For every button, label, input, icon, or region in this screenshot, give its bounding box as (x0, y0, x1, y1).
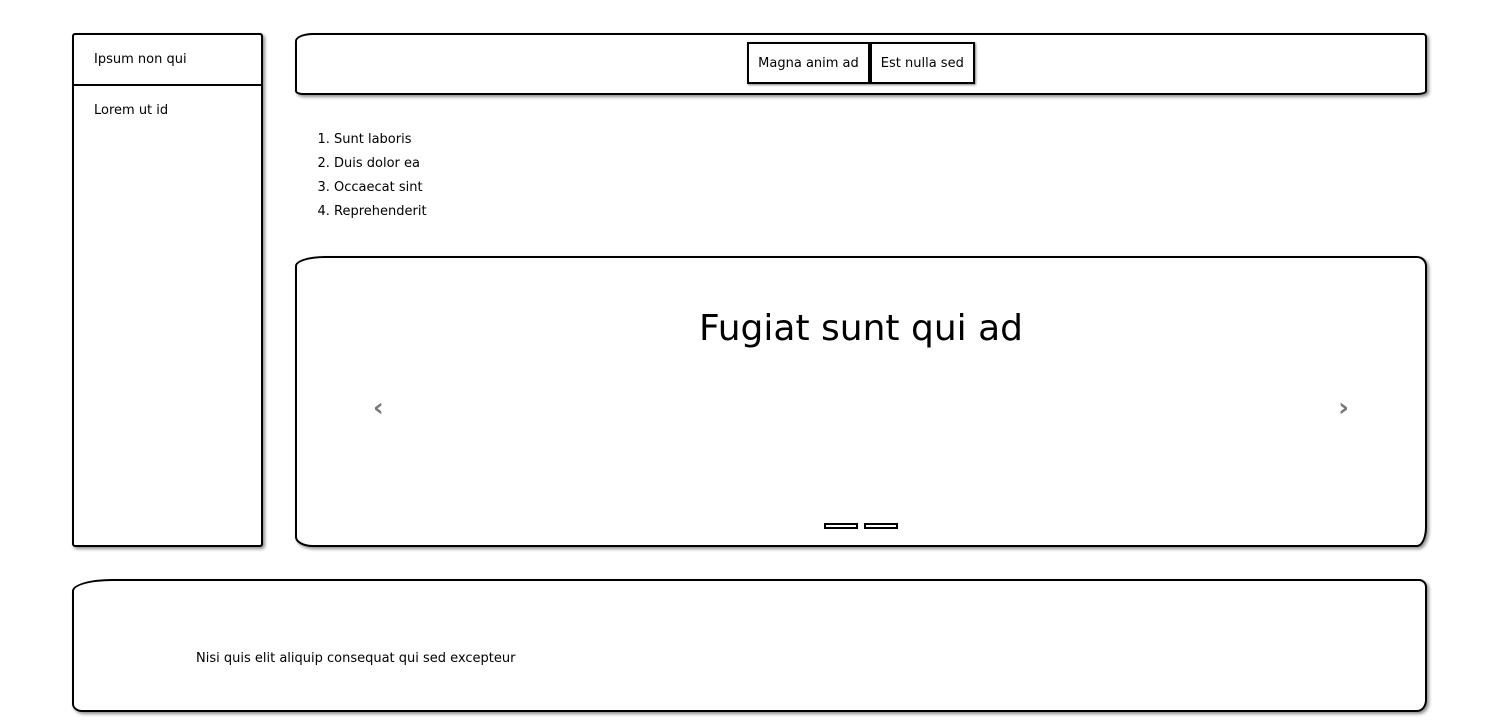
chevron-right-icon[interactable]: › (1338, 393, 1349, 423)
footer-text: Nisi quis elit aliquip consequat qui sed… (196, 651, 516, 666)
top-nav-bar: Magna anim ad Est nulla sed (295, 33, 1427, 95)
carousel: Fugiat sunt qui ad ‹ › (295, 256, 1427, 547)
carousel-indicator-1[interactable] (824, 523, 858, 529)
est-nulla-sed-button[interactable]: Est nulla sed (869, 42, 975, 84)
list-item: Occaecat sint (334, 176, 427, 200)
ordered-list: Sunt laboris Duis dolor ea Occaecat sint… (316, 128, 427, 224)
list-item: Duis dolor ea (334, 152, 427, 176)
carousel-title: Fugiat sunt qui ad (699, 308, 1023, 349)
footer: Nisi quis elit aliquip consequat qui sed… (72, 579, 1427, 712)
list-item: Sunt laboris (334, 128, 427, 152)
list-item: Reprehenderit (334, 200, 427, 224)
carousel-indicators (297, 523, 1425, 529)
sidebar: Ipsum non qui Lorem ut id (72, 33, 263, 547)
magna-anim-ad-button[interactable]: Magna anim ad (747, 42, 870, 84)
carousel-indicator-2[interactable] (864, 523, 898, 529)
sidebar-item-ipsum-non-qui[interactable]: Ipsum non qui (74, 35, 261, 86)
sidebar-item-lorem-ut-id[interactable]: Lorem ut id (74, 86, 261, 135)
chevron-left-icon[interactable]: ‹ (373, 393, 384, 423)
